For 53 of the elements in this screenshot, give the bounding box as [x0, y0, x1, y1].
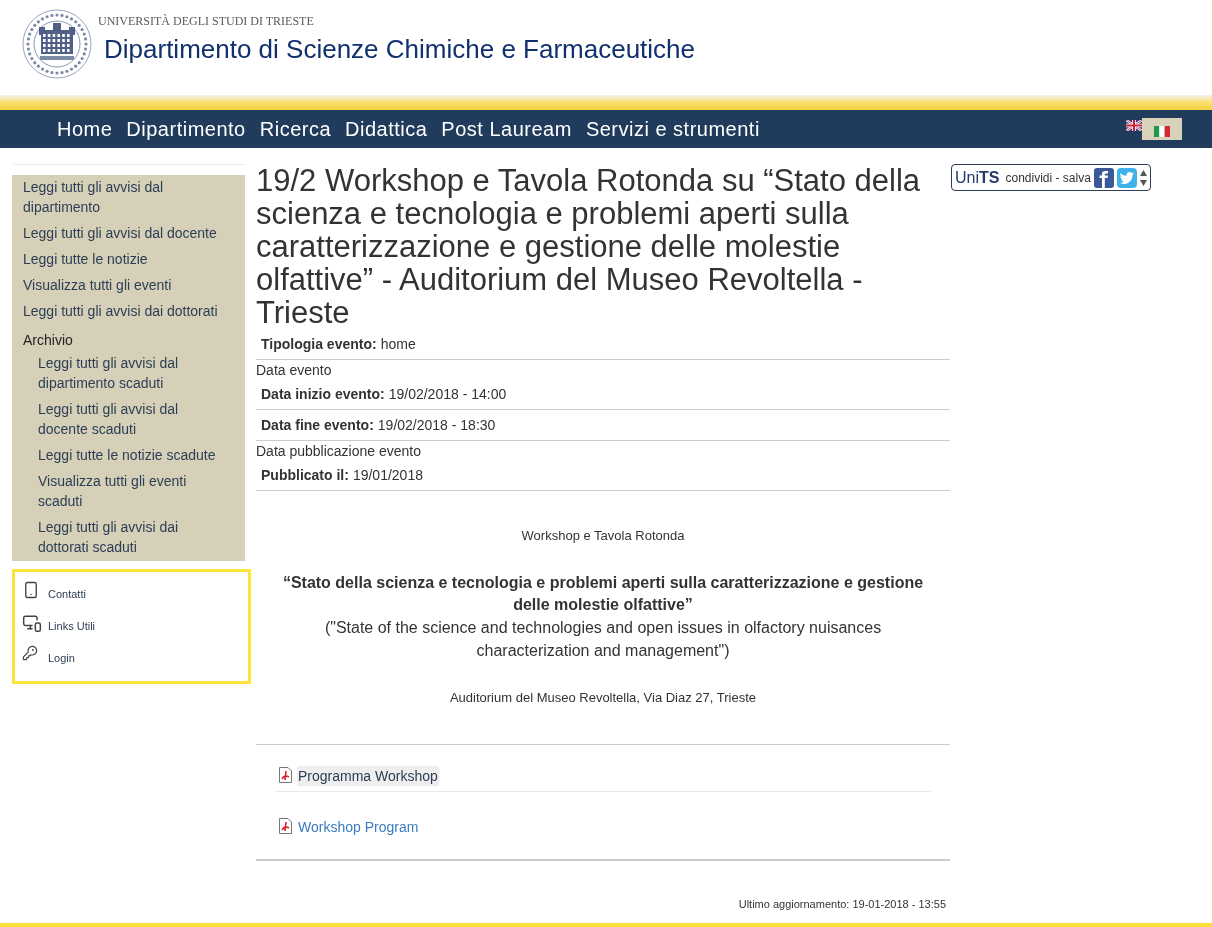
share-brand: UniTS — [955, 168, 1000, 187]
language-button[interactable] — [1142, 118, 1182, 140]
key-icon — [22, 645, 38, 661]
facebook-icon[interactable] — [1094, 167, 1114, 188]
nav-link[interactable]: Servizi e strumenti — [585, 117, 760, 141]
field-label: Data inizio evento: — [261, 385, 385, 404]
attachment-link[interactable]: Workshop Program — [297, 817, 420, 837]
field-value: 19/02/2018 - 14:00 — [388, 385, 507, 404]
sidebar-link[interactable]: Leggi tutti gli avvisi dal dipartimento — [23, 177, 229, 217]
nav-link[interactable]: Ricerca — [259, 117, 332, 141]
share-widget[interactable]: UniTS condividi - salva — [951, 164, 1151, 191]
sidebar-link[interactable]: Leggi tutte le notizie scadute — [38, 445, 221, 465]
document-icon — [279, 818, 292, 834]
field-label: Tipologia evento: — [261, 335, 377, 354]
event-venue: Auditorium del Museo Revoltella, Via Diaz 27, Trieste — [449, 689, 757, 707]
field-value: 19/01/2018 — [352, 466, 423, 485]
quick-link[interactable]: Links Utili — [48, 620, 96, 633]
field-label: Data fine evento: — [261, 416, 374, 435]
sidebar-link[interactable]: Leggi tutti gli avvisi dal docente — [23, 223, 229, 243]
field-group-label: Data evento — [256, 361, 332, 379]
sidebar-link[interactable]: Leggi tutti gli avvisi dal docente scaduti — [38, 399, 221, 439]
last-updated-text: Ultimo aggiornamento: 19-01-2018 - 13:55 — [738, 897, 946, 911]
sidebar-heading: Archivio — [23, 331, 73, 350]
university-seal-logo[interactable] — [22, 8, 92, 80]
field-group-label: Data pubblicazione evento — [256, 442, 421, 460]
nav-link[interactable]: Dipartimento — [126, 117, 246, 141]
sidebar-link[interactable]: Visualizza tutti gli eventi — [23, 275, 229, 295]
department-title: Dipartimento di Scienze Chimiche e Farmaceutiche — [104, 33, 696, 65]
sidebar-link[interactable]: Leggi tutte le notizie — [23, 249, 229, 269]
university-name: UNIVERSITÀ DEGLI STUDI DI TRIESTE — [98, 14, 314, 28]
event-heading: “Stato della scienza e tecnologia e problemi aperti sulla caratterizzazione e gestione delle molestie olfattive” — [281, 573, 925, 615]
flag-icon — [1154, 126, 1170, 137]
nav-link[interactable]: Home — [57, 117, 113, 141]
event-translation: ("State of the science and technologies and open issues in olfactory nuisances characterization and management") — [323, 618, 883, 661]
event-title: 19/2 Workshop e Tavola Rotonda su “Stato della scienza e tecnologia e problemi aperti sulla caratterizzazione e gestione delle molestie olfattive” - Auditorium del Museo Revoltella - Trieste — [256, 164, 922, 329]
nav-link[interactable]: Didattica — [345, 117, 428, 141]
attachment-link[interactable]: Programma Workshop — [297, 766, 439, 786]
field-label: Pubblicato il: — [261, 466, 349, 485]
sidebar-link[interactable]: Leggi tutti gli avvisi dai dottorati scaduti — [38, 517, 221, 557]
scroll-arrows-icon[interactable] — [1140, 169, 1147, 186]
phone-icon — [22, 581, 40, 599]
quick-link[interactable]: Contatti — [48, 588, 86, 601]
quick-link[interactable]: Login — [48, 652, 75, 665]
share-label: condividi - salva — [1005, 170, 1091, 185]
sidebar-link[interactable]: Leggi tutti gli avvisi dai dottorati — [23, 301, 229, 321]
field-value: home — [380, 335, 416, 354]
event-intro: Workshop e Tavola Rotonda — [521, 527, 685, 545]
sidebar-link[interactable]: Leggi tutti gli avvisi dal dipartimento scaduti — [38, 353, 221, 393]
nav-link[interactable]: Post Lauream — [441, 117, 572, 141]
document-icon — [279, 767, 292, 783]
field-value: 19/02/2018 - 18:30 — [377, 416, 496, 435]
monitor-phone-icon — [22, 613, 42, 633]
sidebar-link[interactable]: Visualizza tutti gli eventi scaduti — [38, 471, 221, 511]
